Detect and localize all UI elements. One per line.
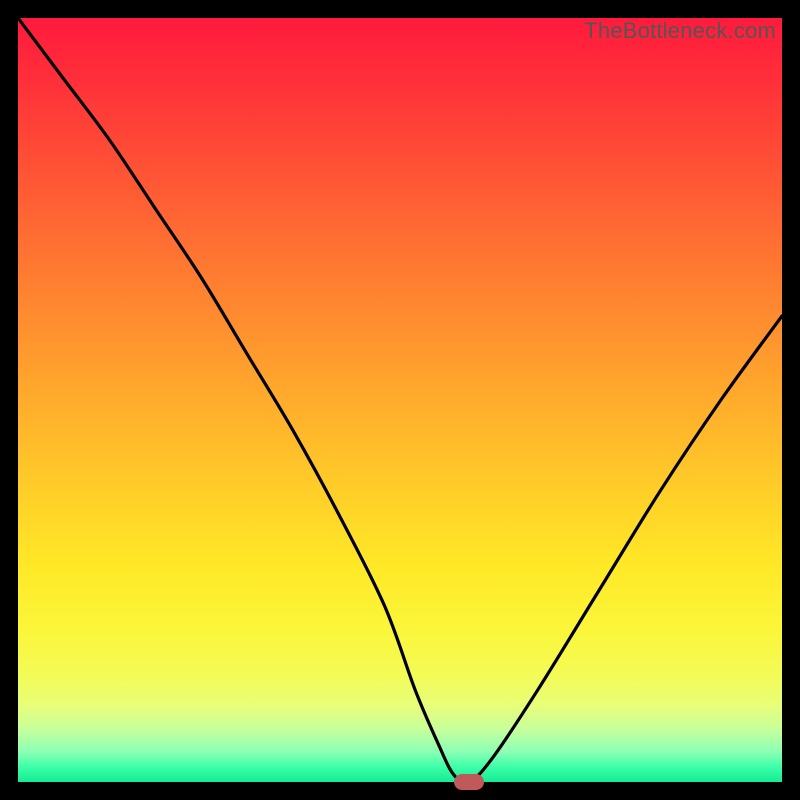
optimal-point-marker [454, 774, 484, 790]
chart-frame: TheBottleneck.com [0, 0, 800, 800]
bottleneck-curve [18, 18, 782, 782]
plot-area: TheBottleneck.com [18, 18, 782, 782]
